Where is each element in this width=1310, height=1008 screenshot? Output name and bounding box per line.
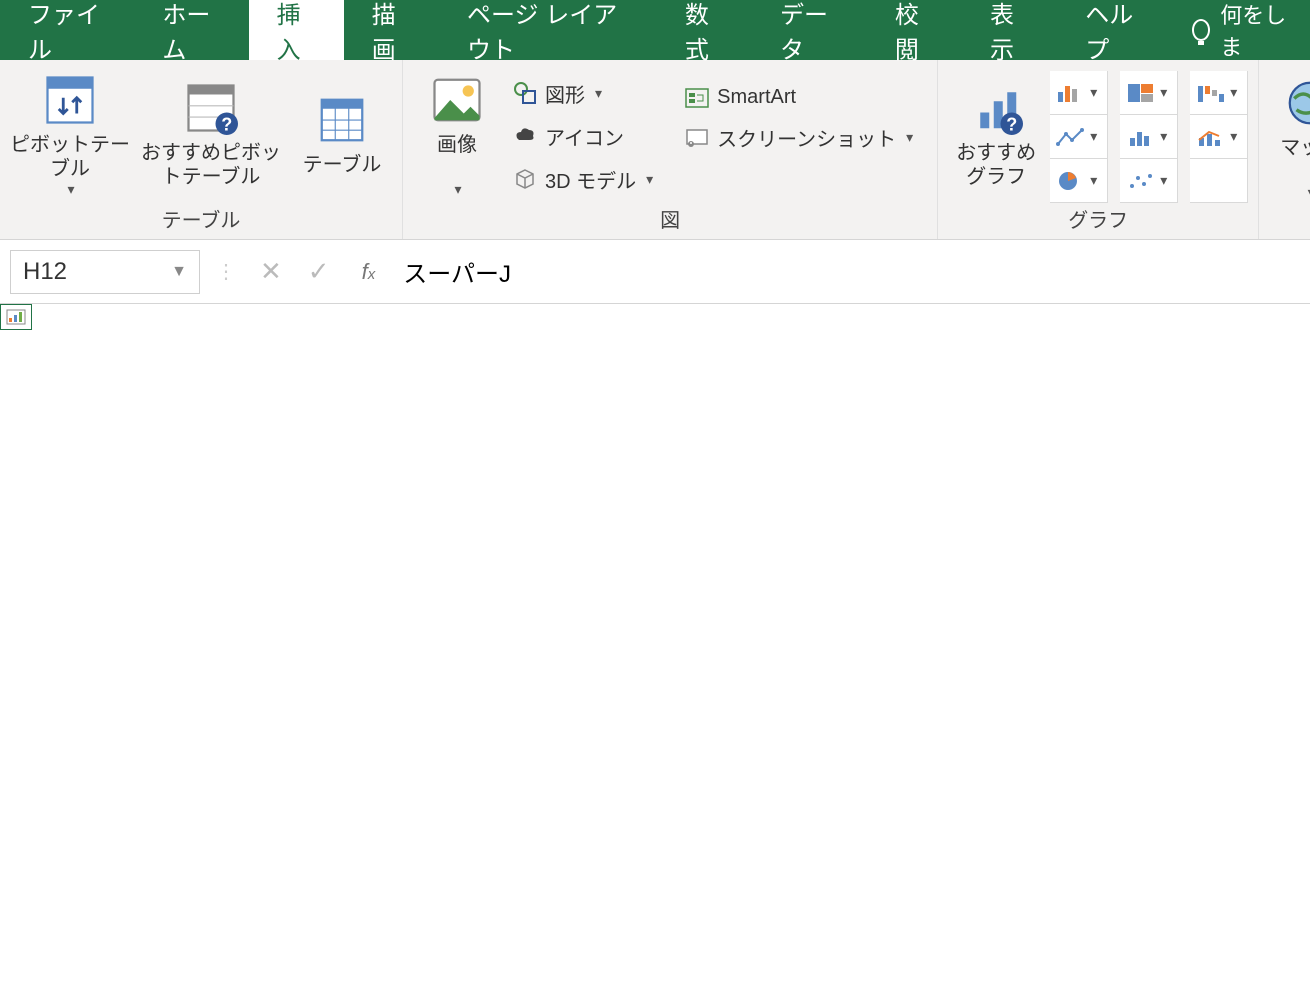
bulb-icon	[1192, 19, 1210, 41]
icons-icon	[513, 124, 537, 148]
globe-icon	[1283, 76, 1310, 130]
tell-me[interactable]: 何をしま	[1172, 0, 1310, 60]
tab-view[interactable]: 表示	[962, 0, 1057, 60]
3d-models-icon	[513, 167, 537, 191]
table-icon	[315, 93, 369, 147]
pictures-button[interactable]: 画像 ▾	[413, 69, 501, 198]
rec-pivot-label: おすすめピボットテーブル	[136, 141, 286, 189]
chart-combo-button[interactable]: ▾	[1190, 115, 1248, 159]
icons-label: アイコン	[545, 122, 624, 151]
recommended-pivot-button[interactable]: ? おすすめピボットテーブル	[136, 77, 286, 189]
formula-bar: H12 ▼ ⋮ ✕ ✓ fx	[0, 240, 1310, 304]
ribbon-tabs: ファイル ホーム 挿入 描画 ページ レイアウト 数式 データ 校閲 表示 ヘル…	[0, 0, 1310, 60]
smartart-icon	[685, 88, 709, 108]
group-charts: ? おすすめグラフ ▾ ▾ ▾ ▾ ▾ ▾ ▾ ▾ グラフ	[938, 60, 1259, 239]
group-tables-label: テーブル	[0, 200, 402, 239]
cancel-formula-button[interactable]: ✕	[260, 256, 282, 287]
tab-file[interactable]: ファイル	[0, 0, 134, 60]
screenshot-icon	[685, 128, 709, 148]
formula-input[interactable]	[389, 250, 1310, 294]
chevron-down-icon: ▾	[595, 85, 602, 102]
chart-type-grid: ▾ ▾ ▾ ▾ ▾ ▾ ▾ ▾	[1050, 71, 1248, 195]
group-charts-label: グラフ	[938, 200, 1258, 239]
chart-statistical-button[interactable]: ▾	[1120, 115, 1178, 159]
screenshot-button[interactable]: スクリーンショット ▾	[679, 121, 919, 154]
3d-models-button[interactable]: 3D モデル ▾	[507, 163, 659, 196]
tab-pagelayout[interactable]: ページ レイアウト	[439, 0, 657, 60]
recommended-pivot-icon: ?	[184, 81, 238, 135]
table-label: テーブル	[303, 153, 382, 177]
chart-waterfall-button[interactable]: ▾	[1190, 71, 1248, 115]
tab-data[interactable]: データ	[752, 0, 867, 60]
pictures-label: 画像	[437, 133, 477, 157]
tab-draw[interactable]: 描画	[344, 0, 439, 60]
tab-review[interactable]: 校閲	[867, 0, 962, 60]
recommended-charts-icon: ?	[969, 81, 1023, 135]
recommended-charts-button[interactable]: ? おすすめグラフ	[948, 77, 1044, 189]
name-box[interactable]: H12 ▼	[10, 250, 200, 294]
shapes-label: 図形	[545, 79, 585, 108]
tab-home[interactable]: ホーム	[134, 0, 248, 60]
tab-help[interactable]: ヘルプ	[1057, 0, 1172, 60]
chevron-down-icon: ▾	[67, 181, 74, 198]
group-tables: ピボットテーブル ▾ ? おすすめピボットテーブル テーブル テーブル	[0, 60, 403, 239]
pivot-label: ピボットテーブル	[10, 133, 130, 181]
chart-hierarchy-button[interactable]: ▾	[1120, 71, 1178, 115]
table-button[interactable]: テーブル	[292, 89, 392, 177]
pivot-table-icon	[43, 73, 97, 127]
smartart-button[interactable]: SmartArt	[679, 84, 919, 111]
name-box-value: H12	[23, 258, 67, 286]
group-illustrations-label: 図	[403, 200, 937, 239]
name-box-dropdown-icon[interactable]: ▼	[171, 263, 187, 281]
tab-insert[interactable]: 挿入	[249, 0, 344, 60]
icons-button[interactable]: アイコン	[507, 120, 659, 153]
pictures-icon	[430, 73, 484, 127]
3d-label: 3D モデル	[545, 165, 636, 194]
svg-text:?: ?	[1006, 115, 1017, 135]
rec-charts-label: おすすめグラフ	[948, 141, 1044, 189]
chevron-down-icon: ▾	[646, 171, 653, 188]
quick-analysis-icon[interactable]	[0, 304, 32, 330]
shapes-button[interactable]: 図形 ▾	[507, 77, 659, 110]
chart-column-button[interactable]: ▾	[1050, 71, 1108, 115]
maps-label: マップ	[1280, 136, 1310, 160]
ribbon-body: ピボットテーブル ▾ ? おすすめピボットテーブル テーブル テーブル	[0, 60, 1310, 240]
tell-me-label: 何をしま	[1220, 0, 1290, 62]
chart-scatter-button[interactable]: ▾	[1120, 159, 1178, 203]
svg-text:?: ?	[221, 115, 232, 135]
enter-formula-button[interactable]: ✓	[308, 256, 330, 287]
chevron-down-icon: ▾	[906, 129, 913, 146]
smartart-label: SmartArt	[717, 86, 796, 109]
group-illustrations: 画像▾ 図形 ▾ アイコン 3D モデル ▾ Sm	[403, 60, 938, 239]
screenshot-label: スクリーンショット	[717, 123, 896, 152]
tab-formulas[interactable]: 数式	[657, 0, 752, 60]
chevron-down-icon: ▾	[454, 181, 461, 198]
shapes-icon	[513, 81, 537, 105]
chart-pie-button[interactable]: ▾	[1050, 159, 1108, 203]
chart-line-button[interactable]: ▾	[1050, 115, 1108, 159]
fx-icon[interactable]: fx	[348, 259, 390, 285]
separator: ⋮	[210, 259, 242, 284]
pivot-table-button[interactable]: ピボットテーブル ▾	[10, 69, 130, 198]
group-maps: マップ▾	[1259, 60, 1310, 239]
map-button[interactable]: マップ▾	[1269, 72, 1310, 201]
